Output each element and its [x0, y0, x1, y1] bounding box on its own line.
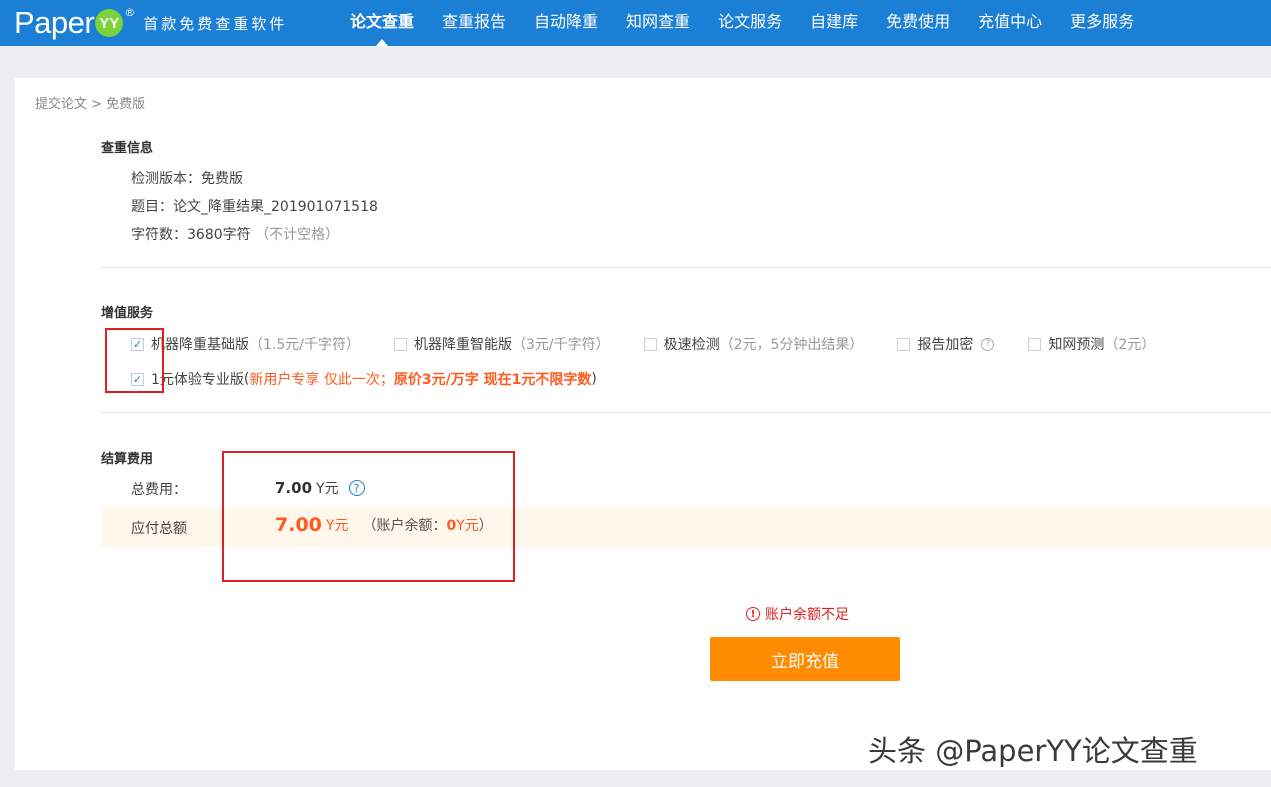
check-version: 检测版本：免费版 — [131, 171, 243, 187]
annotation-box-fees — [222, 451, 515, 582]
nav-item-auto-reduce[interactable]: 自动降重 — [520, 0, 612, 46]
option-basic-reduce[interactable]: ✓ 机器降重基础版 （1.5元/千字符） — [131, 334, 360, 354]
char-count-note: （不计空格） — [255, 227, 340, 243]
option-cnki-predict-label: 知网预测 — [1048, 337, 1105, 353]
main-nav: 论文查重 查重报告 自动降重 知网查重 论文服务 自建库 免费使用 充值中心 更… — [336, 0, 1148, 46]
nav-item-free-use[interactable]: 免费使用 — [872, 0, 964, 46]
logo-text: Paper — [14, 5, 95, 40]
settlement-title: 结算费用 — [101, 452, 154, 467]
option-report-encrypt[interactable]: 报告加密 ? — [897, 334, 995, 354]
recharge-button[interactable]: 立即充值 — [710, 637, 900, 681]
option-smart-reduce-price: （3元/千字符） — [511, 337, 610, 353]
option-smart-reduce-label: 机器降重智能版 — [413, 337, 512, 353]
option-cnki-predict-price: （2元） — [1104, 337, 1156, 353]
total-fee-label: 总费用： — [131, 482, 187, 498]
char-count-value: 字符数：3680字符 — [131, 227, 251, 243]
option-basic-reduce-label: 机器降重基础版 — [151, 337, 249, 353]
option-fast-check-price: （2元，5分钟出结果） — [719, 337, 864, 353]
checkbox-fast-check[interactable] — [643, 337, 657, 351]
main-panel: 提交论文 > 免费版 查重信息 检测版本：免费版 题目：论文_降重结果_2019… — [15, 78, 1271, 770]
char-count: 字符数：3680字符 （不计空格） — [131, 224, 339, 244]
brand-logo[interactable]: Paper YY ® 首款免费查重软件 — [14, 4, 287, 42]
annotation-box-checkboxes — [105, 328, 164, 393]
warning-icon: ! — [746, 607, 760, 621]
trial-option-row: ✓ 1元体验专业版 ( 新用户专享 仅此一次； 原价3元/万字 现在1元不限字数… — [131, 368, 631, 390]
logo-slogan: 首款免费查重软件 — [143, 14, 288, 33]
nav-item-recharge-center[interactable]: 充值中心 — [964, 0, 1056, 46]
payable-label: 应付总额 — [131, 521, 187, 537]
option-fast-check-label: 极速检测 — [663, 337, 720, 353]
option-basic-reduce-price: （1.5元/千字符） — [249, 337, 360, 353]
breadcrumb[interactable]: 提交论文 > 免费版 — [35, 93, 145, 112]
nav-item-check-report[interactable]: 查重报告 — [428, 0, 520, 46]
option-report-encrypt-label: 报告加密 — [917, 337, 974, 353]
option-pro-trial-label: 1元体验专业版 — [151, 372, 244, 388]
section-divider — [101, 412, 1271, 413]
section-divider — [101, 267, 1271, 268]
insufficient-balance-warning: ! 账户余额不足 — [746, 604, 849, 624]
registered-mark: ® — [124, 6, 136, 19]
watermark: 头条 @PaperYY论文查重 — [868, 734, 1198, 768]
paper-subject: 题目：论文_降重结果_201901071518 — [131, 199, 378, 215]
top-navbar: Paper YY ® 首款免费查重软件 论文查重 查重报告 自动降重 知网查重 … — [0, 0, 1271, 46]
option-smart-reduce[interactable]: 机器降重智能版 （3元/千字符） — [393, 334, 610, 354]
checkbox-smart-reduce[interactable] — [393, 337, 407, 351]
logo-badge: YY — [95, 9, 124, 37]
services-title: 增值服务 — [101, 306, 154, 321]
nav-item-cnki-check[interactable]: 知网查重 — [612, 0, 704, 46]
warning-text: 账户余额不足 — [765, 607, 849, 623]
nav-item-paper-check[interactable]: 论文查重 — [336, 0, 428, 46]
check-info-title: 查重信息 — [101, 141, 154, 156]
option-fast-check[interactable]: 极速检测 （2元，5分钟出结果） — [643, 334, 864, 354]
help-icon[interactable]: ? — [981, 337, 995, 351]
option-cnki-predict[interactable]: 知网预测 （2元） — [1028, 334, 1155, 354]
nav-item-custom-library[interactable]: 自建库 — [796, 0, 872, 46]
trial-promo: 新用户专享 仅此一次； — [249, 372, 394, 388]
trial-promo-bold: 原价3元/万字 现在1元不限字数 — [393, 372, 592, 388]
trial-paren-close: ) — [591, 371, 597, 387]
checkbox-cnki-predict[interactable] — [1028, 337, 1042, 351]
service-options-row: ✓ 机器降重基础版 （1.5元/千字符） 机器降重智能版 （3元/千字符） 极速… — [131, 333, 1189, 355]
nav-item-paper-service[interactable]: 论文服务 — [704, 0, 796, 46]
option-pro-trial[interactable]: ✓ 1元体验专业版 ( 新用户专享 仅此一次； 原价3元/万字 现在1元不限字数… — [131, 369, 597, 389]
checkbox-report-encrypt[interactable] — [897, 337, 911, 351]
nav-item-more-services[interactable]: 更多服务 — [1056, 0, 1148, 46]
